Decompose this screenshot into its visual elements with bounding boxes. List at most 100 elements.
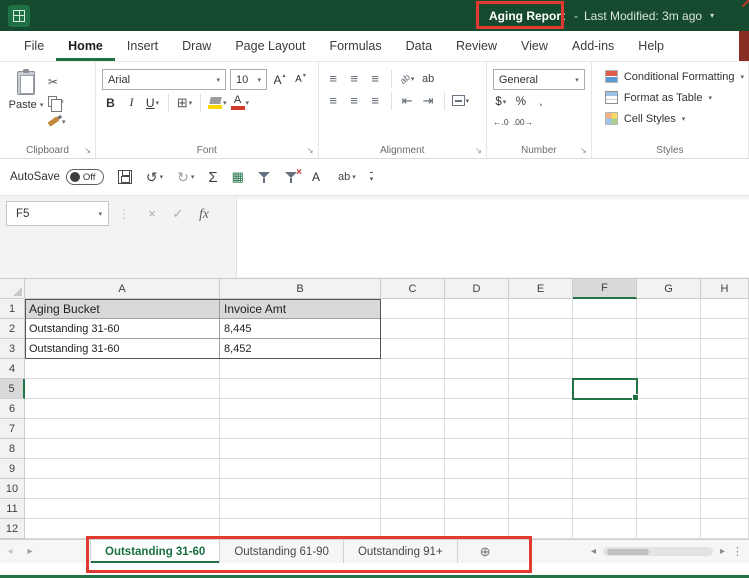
decrease-decimal-button[interactable]: .00→ [513, 113, 533, 130]
align-right-button[interactable]: ≡ [367, 91, 384, 110]
cell-d1[interactable] [445, 299, 509, 319]
cell-g7[interactable] [637, 419, 701, 439]
title-chevron-down-icon[interactable]: ▾ [710, 11, 714, 20]
scrollbar-track[interactable] [602, 547, 713, 556]
cell-h12[interactable] [701, 519, 749, 539]
autosum-button[interactable]: Σ [208, 169, 217, 186]
cell-b7[interactable] [220, 419, 381, 439]
undo-button[interactable]: ↺ ▾ [146, 170, 163, 184]
scrollbar-thumb[interactable] [606, 548, 649, 555]
column-header-f[interactable]: F [573, 279, 637, 299]
cell-c6[interactable] [381, 399, 445, 419]
ribbon-tab-review[interactable]: Review [444, 32, 509, 61]
clear-filter-button[interactable]: × [284, 167, 302, 184]
cell-h4[interactable] [701, 359, 749, 379]
edit-text-button[interactable]: A [312, 0, 749, 184]
ribbon-tab-view[interactable]: View [509, 32, 560, 61]
cell-d11[interactable] [445, 499, 509, 519]
number-dialog-launcher-icon[interactable]: ↘ [580, 147, 587, 155]
column-header-a[interactable]: A [25, 279, 220, 299]
cell-e3[interactable] [509, 339, 573, 359]
italic-button[interactable]: I [123, 93, 140, 112]
cell-g3[interactable] [637, 339, 701, 359]
align-center-button[interactable]: ≡ [346, 91, 363, 110]
cell-c3[interactable] [381, 339, 445, 359]
cell-b9[interactable] [220, 459, 381, 479]
row-header-5[interactable]: 5 [0, 379, 25, 399]
confirm-entry-button[interactable]: ✓ [165, 206, 191, 222]
cell-d9[interactable] [445, 459, 509, 479]
cell-h8[interactable] [701, 439, 749, 459]
cell-b11[interactable] [220, 499, 381, 519]
sheet-nav-prev-icon[interactable]: ◂ [0, 540, 20, 563]
sheet-nav-next-icon[interactable]: ▸ [20, 540, 40, 563]
column-header-c[interactable]: C [381, 279, 445, 299]
cell-c5[interactable] [381, 379, 445, 399]
cell-d5[interactable] [445, 379, 509, 399]
cell-g5[interactable] [637, 379, 701, 399]
cell-g1[interactable] [637, 299, 701, 319]
cell-b6[interactable] [220, 399, 381, 419]
cell-a9[interactable] [25, 459, 220, 479]
cell-f7[interactable] [573, 419, 637, 439]
ribbon-tab-insert[interactable]: Insert [115, 32, 170, 61]
cell-b12[interactable] [220, 519, 381, 539]
increase-font-size-button[interactable]: A ▴ [271, 70, 288, 89]
cell-g8[interactable] [637, 439, 701, 459]
cell-d4[interactable] [445, 359, 509, 379]
format-painter-dropdown-icon[interactable]: ▾ [62, 118, 66, 126]
cell-c8[interactable] [381, 439, 445, 459]
cell-a8[interactable] [25, 439, 220, 459]
ribbon-tab-file[interactable]: File [12, 32, 56, 61]
cell-f11[interactable] [573, 499, 637, 519]
cell-a4[interactable] [25, 359, 220, 379]
cell-d8[interactable] [445, 439, 509, 459]
cell-a12[interactable] [25, 519, 220, 539]
cell-d10[interactable] [445, 479, 509, 499]
row-header-1[interactable]: 1 [0, 299, 25, 319]
cell-f10[interactable] [573, 479, 637, 499]
cell-e10[interactable] [509, 479, 573, 499]
cell-g11[interactable] [637, 499, 701, 519]
cell-h10[interactable] [701, 479, 749, 499]
cell-g12[interactable] [637, 519, 701, 539]
paste-button[interactable]: Paste ▾ [4, 66, 48, 129]
save-button[interactable] [117, 170, 132, 184]
row-header-12[interactable]: 12 [0, 519, 25, 539]
autosave-toggle[interactable]: Off [65, 169, 104, 185]
row-header-2[interactable]: 2 [0, 319, 25, 339]
cell-g10[interactable] [637, 479, 701, 499]
cell-c2[interactable] [381, 319, 445, 339]
cell-a11[interactable] [25, 499, 220, 519]
cell-b1[interactable]: Invoice Amt [220, 299, 381, 319]
cell-e6[interactable] [509, 399, 573, 419]
cell-h6[interactable] [701, 399, 749, 419]
cell-a1[interactable]: Aging Bucket [25, 299, 220, 319]
table-button[interactable]: ▦ [232, 169, 244, 185]
cell-e1[interactable] [509, 299, 573, 319]
cell-a6[interactable] [25, 399, 220, 419]
cell-h2[interactable] [701, 319, 749, 339]
customize-toolbar-button[interactable]: ▾ [369, 171, 374, 183]
row-header-10[interactable]: 10 [0, 479, 25, 499]
cell-g9[interactable] [637, 459, 701, 479]
cell-h5[interactable] [701, 379, 749, 399]
cell-h3[interactable] [701, 339, 749, 359]
cell-b4[interactable] [220, 359, 381, 379]
clipboard-dialog-launcher-icon[interactable]: ↘ [84, 147, 91, 155]
row-header-3[interactable]: 3 [0, 339, 25, 359]
underline-button[interactable]: U ▾ [144, 93, 161, 112]
align-bottom-button[interactable]: ≡ [367, 69, 384, 88]
cell-e11[interactable] [509, 499, 573, 519]
cut-button[interactable]: ✂ [48, 74, 66, 89]
decrease-indent-button[interactable]: ⇤ [399, 91, 416, 110]
ribbon-tab-formulas[interactable]: Formulas [318, 32, 394, 61]
cell-h11[interactable] [701, 499, 749, 519]
align-left-button[interactable]: ≡ [325, 91, 342, 110]
cell-d12[interactable] [445, 519, 509, 539]
font-size-select[interactable]: 10 ▾ [230, 69, 268, 90]
cell-e5[interactable] [509, 379, 573, 399]
wrap-text-button[interactable]: ab [420, 69, 437, 88]
find-replace-button[interactable]: ab ▾ [338, 171, 356, 183]
fill-color-button[interactable]: ▾ [208, 93, 227, 112]
